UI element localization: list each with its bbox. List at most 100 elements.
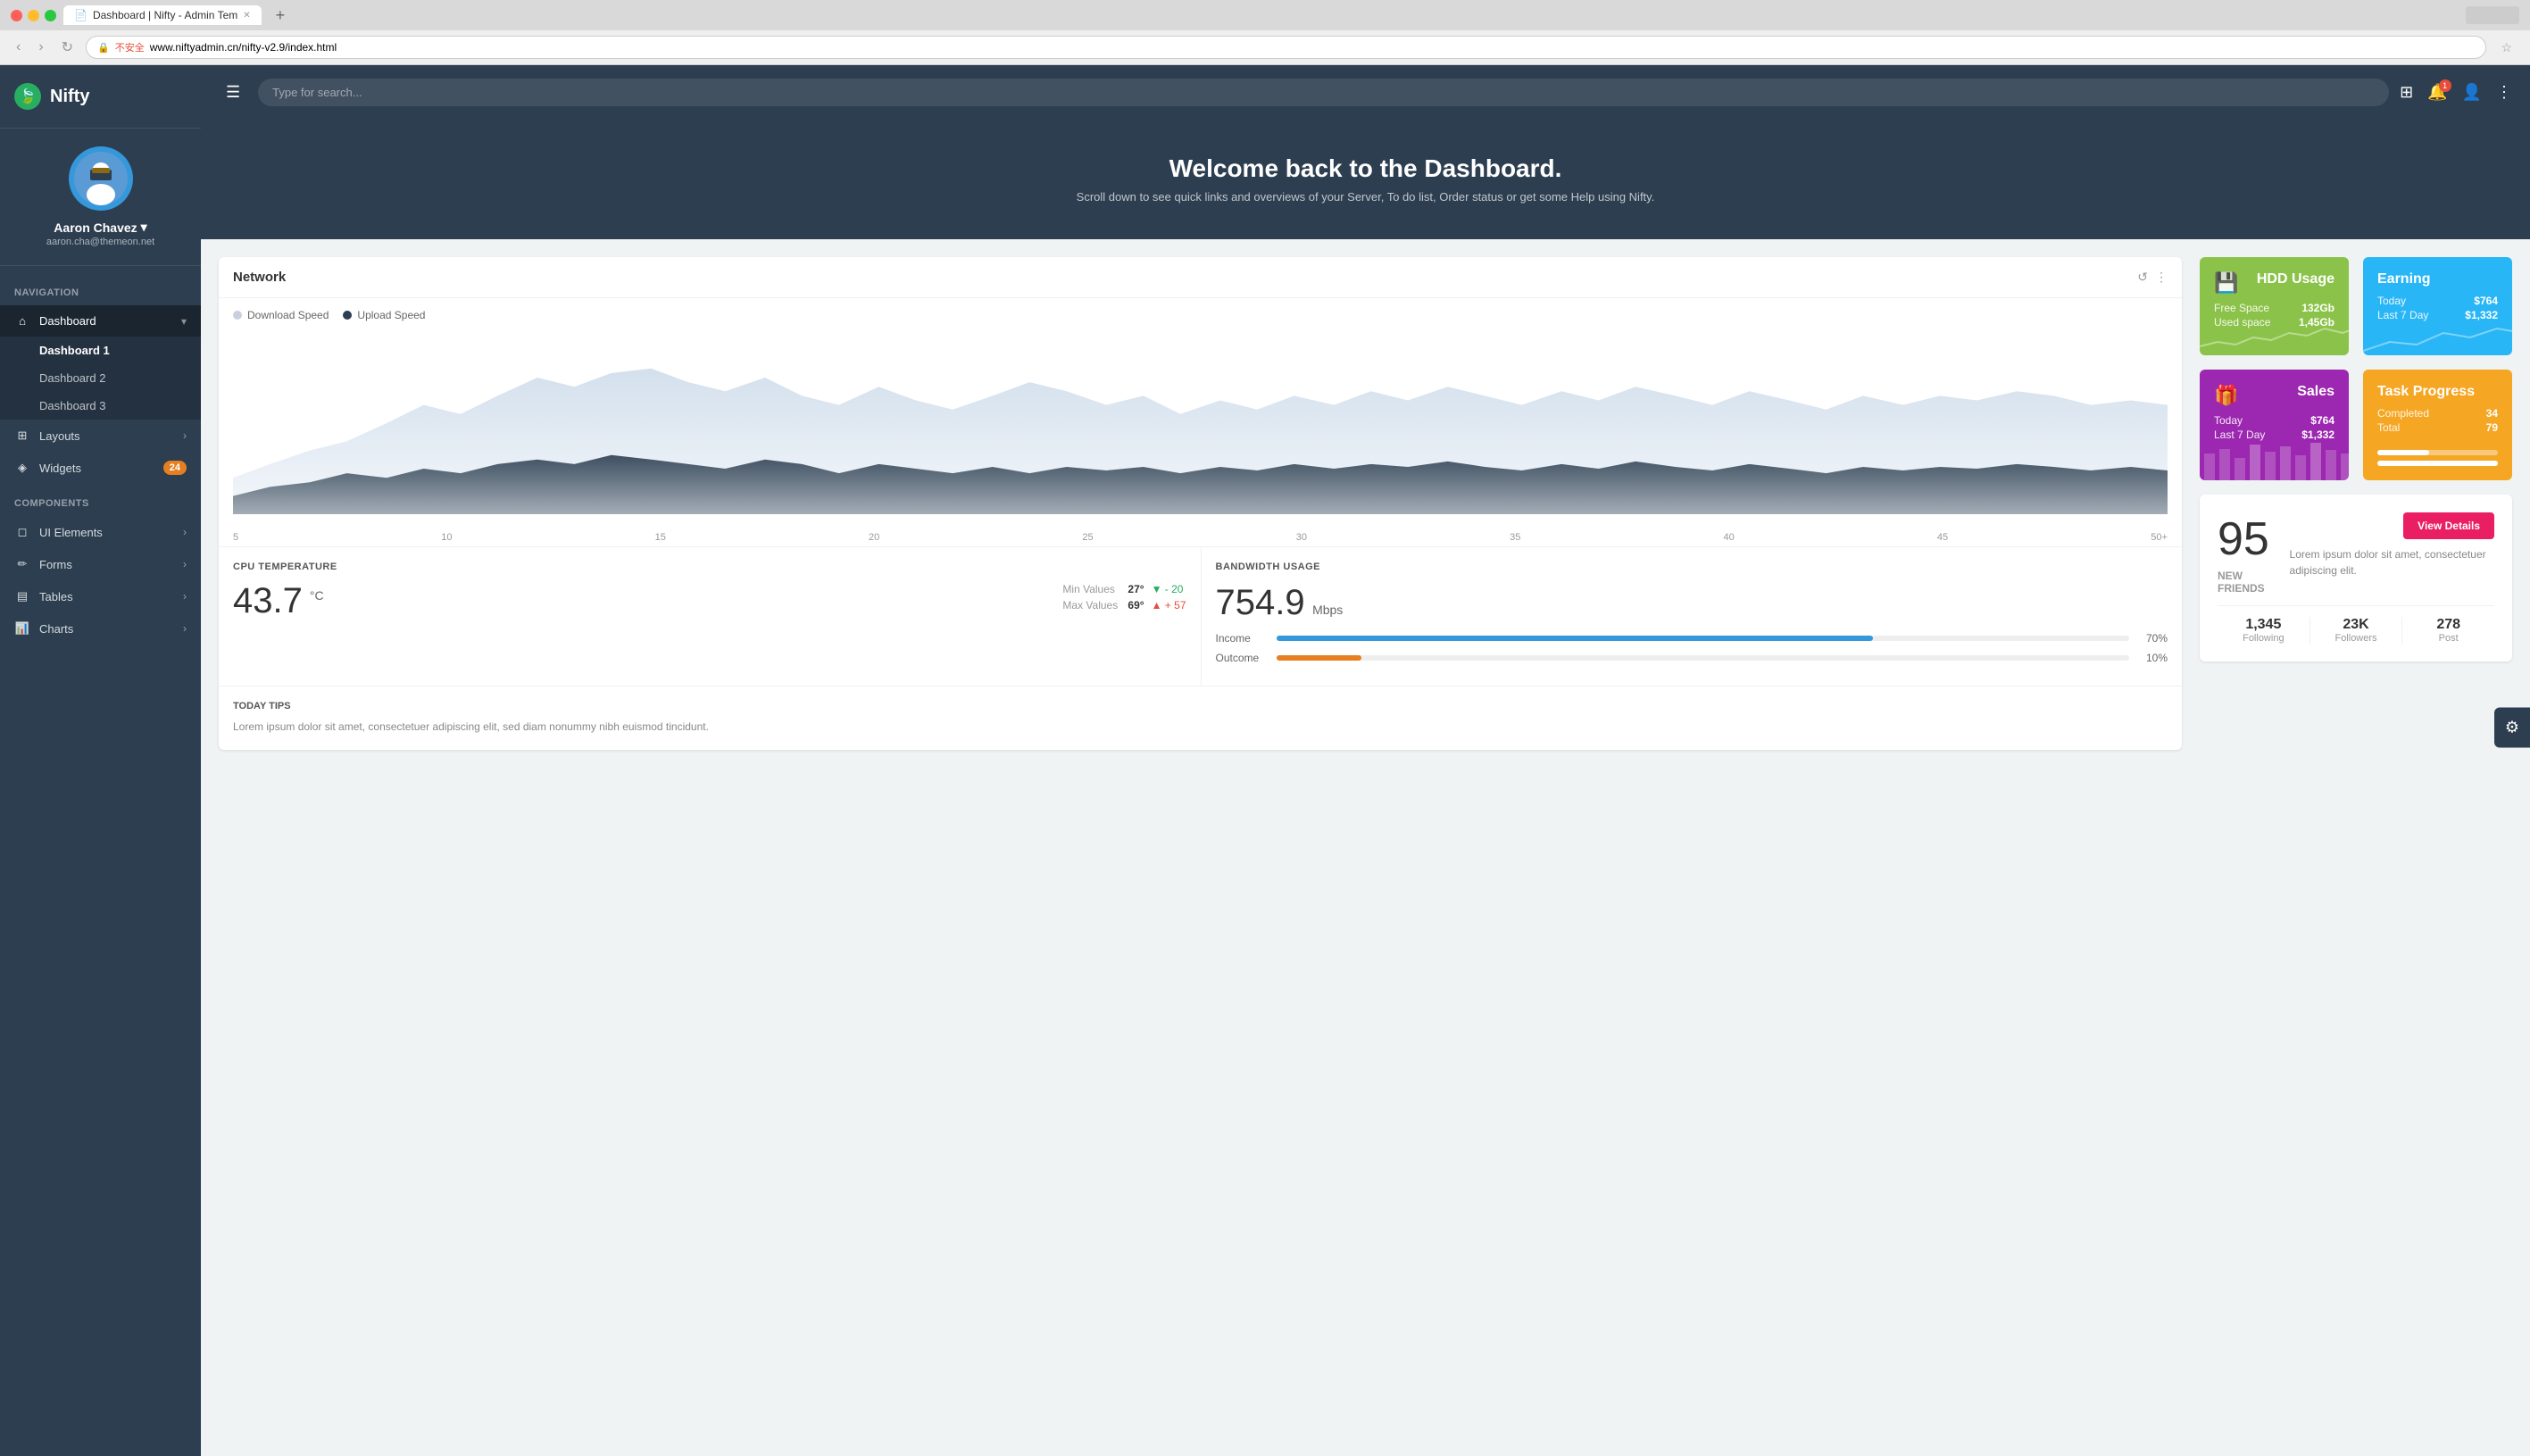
earning-card-title: Earning [2377,271,2431,287]
sidebar-item-dashboard[interactable]: ⌂ Dashboard ▾ [0,305,201,337]
x-label: 15 [655,532,666,543]
legend-upload: Upload Speed [343,309,425,321]
bandwidth-section: BANDWIDTH USAGE 754.9 Mbps Income [1201,547,2183,686]
chart-x-labels: 5 10 15 20 25 30 35 40 45 50+ [219,528,2182,546]
address-url: www.niftyadmin.cn/nifty-v2.9/index.html [150,41,337,54]
maximize-dot[interactable] [45,10,56,21]
completed-progress-fill [2377,450,2429,455]
content-area: Network ↺ ⋮ Download Speed [201,239,2530,768]
user-icon[interactable]: 👤 [2462,83,2482,102]
sidebar-item-layouts[interactable]: ⊞ Layouts › [0,420,201,452]
sidebar-item-label: Dashboard [39,314,172,328]
sales-bar-chart [2200,436,2349,480]
sidebar-item-label: Layouts [39,429,174,443]
back-button[interactable]: ‹ [11,37,26,57]
main-content: Network ↺ ⋮ Download Speed [201,239,2530,1456]
sidebar-nav: NAVIGATION ⌂ Dashboard ▾ Dashboard 1 Das… [0,266,201,659]
sidebar-item-label: Widgets [39,462,154,475]
sales-card: 🎁 Sales Today $764 Last 7 Day [2200,370,2349,480]
browser-tab[interactable]: 📄 Dashboard | Nifty - Admin Tem ✕ [63,5,262,25]
social-label: NEW FRIENDS [2218,570,2276,595]
task-total-row: Total 79 [2377,421,2498,434]
chevron-right-icon: › [183,590,187,603]
app-layout: 🍃 Nifty Aaron Chavez ▾ aaron.cha@themeon… [0,65,2530,1456]
minimize-dot[interactable] [28,10,39,21]
settings-overlay-button[interactable]: ⚙ [2494,708,2530,748]
address-bar[interactable]: 🔒 不安全 www.niftyadmin.cn/nifty-v2.9/index… [86,36,2486,59]
chevron-right-icon: › [183,526,187,538]
hdd-icon: 💾 [2214,271,2238,295]
today-tips-title: TODAY TIPS [233,701,2168,711]
outcome-label: Outcome [1216,652,1269,664]
task-total-label: Total [2377,421,2400,434]
gift-icon: 🎁 [2214,384,2238,407]
new-tab-button[interactable]: + [269,6,293,25]
hamburger-icon[interactable]: ☰ [219,76,247,109]
x-label: 40 [1724,532,1735,543]
sidebar-subitem-dashboard1[interactable]: Dashboard 1 [0,337,201,364]
left-column: Network ↺ ⋮ Download Speed [219,257,2182,750]
completed-progress-track [2377,450,2498,455]
download-legend-label: Download Speed [247,309,329,321]
close-dot[interactable] [11,10,22,21]
bandwidth-bars: Income 70% Outcome [1216,632,2168,664]
sidebar-item-label: Tables [39,590,174,603]
x-label: 20 [869,532,879,543]
layouts-icon: ⊞ [14,428,30,443]
topbar: ☰ ⊞ 🔔 1 👤 ⋮ [201,65,2530,119]
grid-icon[interactable]: ⊞ [2400,83,2413,102]
today-tips-section: TODAY TIPS Lorem ipsum dolor sit amet, c… [219,686,2182,750]
refresh-icon[interactable]: ↺ [2137,270,2148,285]
post-stat: 278 Post [2401,617,2494,644]
task-stats: Completed 34 Total 79 [2377,407,2498,434]
bookmark-icon[interactable]: ☆ [2493,40,2519,55]
earning-card: Earning Today $764 Last 7 Day [2363,257,2512,355]
task-completed-label: Completed [2377,407,2429,420]
notifications-icon[interactable]: 🔔 1 [2427,83,2447,102]
cpu-min-label: Min Values [1062,583,1120,595]
notifications-badge: 1 [2439,79,2451,92]
right-column: 💾 HDD Usage Free Space 132Gb U [2200,257,2512,750]
sidebar-item-charts[interactable]: 📊 Charts › [0,612,201,645]
cpu-min-row: Min Values 27° ▼ - 20 [1062,583,1186,595]
hdd-card: 💾 HDD Usage Free Space 132Gb U [2200,257,2349,355]
bandwidth-value: 754.9 [1216,583,1305,622]
cpu-max-label: Max Values [1062,599,1120,612]
income-bar-track [1277,636,2130,641]
topbar-icons: ⊞ 🔔 1 👤 ⋮ [2400,83,2512,102]
sidebar-username: Aaron Chavez ▾ [14,220,187,235]
sidebar-item-label: Charts [39,622,174,636]
hdd-wave-chart [2200,311,2349,355]
sidebar-item-forms[interactable]: ✏ Forms › [0,548,201,580]
chevron-down-icon[interactable]: ▾ [141,220,147,235]
outcome-row: Outcome 10% [1216,652,2168,664]
x-label: 45 [1937,532,1948,543]
content-grid: Network ↺ ⋮ Download Speed [219,257,2512,750]
sidebar-item-ui-elements[interactable]: ◻ UI Elements › [0,516,201,548]
view-details-button[interactable]: View Details [2403,512,2494,539]
sidebar-subitem-dashboard2[interactable]: Dashboard 2 [0,364,201,392]
chevron-right-icon: › [183,429,187,442]
cpu-temperature: 43.7 °C Min Values 27° ▼ - 20 [233,583,1186,619]
cpu-minmax: Min Values 27° ▼ - 20 Max Values 69° [1062,583,1186,615]
search-input[interactable] [258,79,2389,106]
more-icon[interactable]: ⋮ [2496,83,2512,102]
sidebar-brand: Nifty [50,87,89,107]
total-progress-track [2377,461,2498,466]
tab-close-button[interactable]: ✕ [243,11,250,21]
bandwidth-display: 754.9 Mbps [1216,583,2168,623]
sidebar-item-tables[interactable]: ▤ Tables › [0,580,201,612]
followers-stat: 23K Followers [2309,617,2402,644]
sidebar-subitem-dashboard3[interactable]: Dashboard 3 [0,392,201,420]
sidebar-logo: 🍃 [14,83,41,110]
forward-button[interactable]: › [33,37,48,57]
sidebar-item-widgets[interactable]: ◈ Widgets 24 [0,452,201,484]
task-card-title: Task Progress [2377,384,2475,400]
task-completed-value: 34 [2486,407,2498,420]
social-card: 95 NEW FRIENDS View Details Lorem ipsum … [2200,495,2512,661]
stat-cards-grid: 💾 HDD Usage Free Space 132Gb U [2200,257,2512,480]
following-value: 1,345 [2218,617,2309,633]
refresh-button[interactable]: ↻ [56,37,79,58]
sidebar-item-label: UI Elements [39,526,174,539]
more-options-icon[interactable]: ⋮ [2155,270,2168,285]
